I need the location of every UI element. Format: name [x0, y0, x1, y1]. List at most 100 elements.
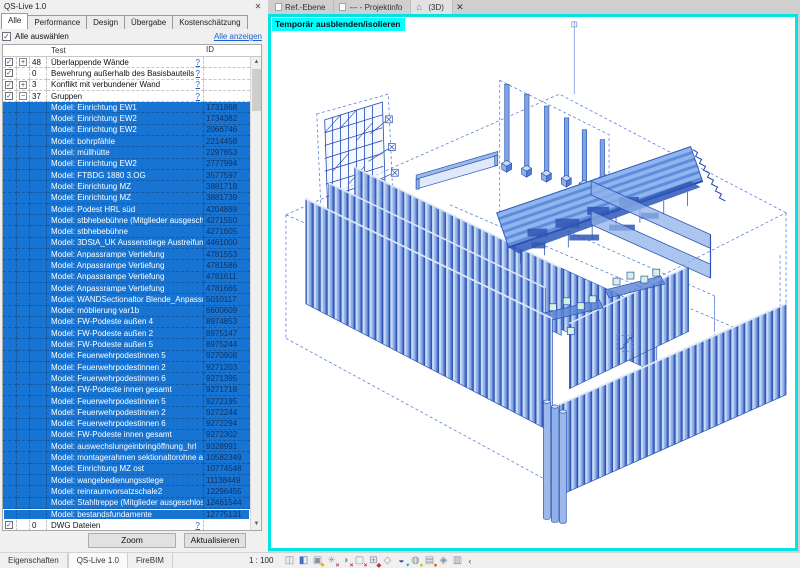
table-row[interactable]: Model: Einrichtung MZ 3881718: [3, 181, 250, 192]
palette-tab[interactable]: Eigenschaften: [0, 553, 68, 568]
help-link[interactable]: ?: [196, 80, 203, 89]
column-header-id[interactable]: ID: [204, 45, 250, 56]
table-row[interactable]: ✓ − 37 Gruppen?: [3, 91, 250, 102]
help-link[interactable]: ?: [196, 521, 203, 530]
table-row[interactable]: Model: Stahltreppe (Mitglieder ausgeschl…: [3, 498, 250, 509]
3d-scene[interactable]: [271, 17, 795, 548]
row-checkbox[interactable]: ✓: [5, 92, 13, 100]
table-row[interactable]: Model: Feuerwehrpodestinnen 6 9272294: [3, 419, 250, 430]
expand-icon[interactable]: −: [19, 92, 27, 100]
panel-tab[interactable]: Alle: [1, 13, 28, 29]
table-row[interactable]: Model: bohrpfähle 2214458: [3, 136, 250, 147]
panel-close-icon[interactable]: ✕: [252, 2, 264, 11]
table-row[interactable]: Model: 3DStA_UK Aussenstiege Austreifung…: [3, 238, 250, 249]
table-row[interactable]: Model: FW-Podeste außen 4 8974853: [3, 317, 250, 328]
table-row[interactable]: Model: Einrichtung EW2 2777994: [3, 159, 250, 170]
corner-piles[interactable]: [543, 400, 566, 523]
table-row[interactable]: Model: Einrichtung EW1 1731868: [3, 102, 250, 113]
table-row[interactable]: Model: Podest HRL süd 4204889: [3, 204, 250, 215]
table-row[interactable]: ✓ + 48 Überlappende Wände?: [3, 57, 250, 68]
crop-view-icon[interactable]: ▢ ×: [353, 555, 365, 567]
unlocked-view-icon[interactable]: ◇: [381, 555, 393, 567]
view-tab[interactable]: --- - Projektinfo: [334, 0, 411, 14]
table-row[interactable]: Model: stbhebebühne (Mitglieder ausgesch…: [3, 215, 250, 226]
table-row[interactable]: Model: stbhebebühne 4271605: [3, 226, 250, 237]
table-row[interactable]: Model: FW-Podeste innen gesamt 9271718: [3, 385, 250, 396]
panel-tab[interactable]: Performance: [27, 15, 87, 29]
scroll-down-icon[interactable]: ▼: [251, 519, 262, 530]
palette-tab[interactable]: FireBIM: [128, 553, 173, 568]
visual-style-icon[interactable]: ▣ ★: [311, 555, 323, 567]
table-row[interactable]: ✓ 0 Bewehrung außerhalb des Basisbauteil…: [3, 68, 250, 79]
row-checkbox[interactable]: ✓: [5, 81, 13, 89]
view-tab[interactable]: Ref.-Ebene: [270, 0, 334, 14]
table-row[interactable]: Model: müllhütte 2297853: [3, 147, 250, 158]
3d-viewport[interactable]: Temporär ausblenden/isolieren: [268, 14, 798, 551]
table-row[interactable]: Model: WANDSectionaltor Blende_Anpassram…: [3, 294, 250, 305]
collapse-bar-icon[interactable]: ‹: [468, 556, 471, 566]
refresh-button[interactable]: Aktualisieren: [184, 533, 246, 548]
sun-path-icon[interactable]: ☀ ×: [325, 555, 337, 567]
panel-tab[interactable]: Design: [86, 15, 125, 29]
help-link[interactable]: ?: [196, 58, 203, 67]
temporary-hide-isolate-banner[interactable]: Temporär ausblenden/isolieren: [272, 18, 405, 31]
view-tab[interactable]: (3D): [411, 0, 453, 14]
expand-icon[interactable]: +: [19, 81, 27, 89]
help-link[interactable]: ?: [196, 92, 203, 101]
show-all-link[interactable]: Alle anzeigen: [214, 32, 262, 41]
table-row[interactable]: Model: Feuerwehrpodestinnen 5 9270908: [3, 351, 250, 362]
table-row[interactable]: Model: FW-Podeste außen 2 8975147: [3, 328, 250, 339]
roof-slab[interactable]: [497, 147, 726, 264]
table-row[interactable]: Model: Einrichtung MZ ost 10774548: [3, 464, 250, 475]
zoom-size-icon[interactable]: ◫: [283, 555, 295, 567]
table-row[interactable]: Model: Feuerwehrpodestinnen 5 9272195: [3, 396, 250, 407]
table-row[interactable]: Model: Feuerwehrpodestinnen 6 9271395: [3, 373, 250, 384]
table-row[interactable]: Model: FW-Podeste außen 5 8975244: [3, 339, 250, 350]
table-row[interactable]: ✓ + 3 Konflikt mit verbundener Wand?: [3, 80, 250, 91]
table-row[interactable]: Model: FW-Podeste innen gesamt 9272302: [3, 430, 250, 441]
constraints-icon[interactable]: ▥: [451, 555, 463, 567]
panel-tab[interactable]: Übergabe: [124, 15, 173, 29]
table-row[interactable]: Model: montagerahmen sektionaltorohne an…: [3, 452, 250, 463]
help-link[interactable]: ?: [196, 69, 203, 78]
table-row[interactable]: Model: Einrichtung MZ 3881739: [3, 193, 250, 204]
table-row[interactable]: Model: Anpassrampe Vertiefung 4781611: [3, 272, 250, 283]
table-row[interactable]: Model: Anpassrampe Vertiefung 4781665: [3, 283, 250, 294]
table-row[interactable]: Model: Anpassrampe Vertiefung 4781553: [3, 249, 250, 260]
row-checkbox[interactable]: ✓: [5, 58, 13, 66]
temporary-view-properties-icon[interactable]: ▤ ●: [423, 555, 435, 567]
row-checkbox[interactable]: ✓: [5, 69, 13, 77]
analytical-model-icon[interactable]: ◈: [437, 555, 449, 567]
beam-element[interactable]: [416, 151, 498, 189]
palette-tab[interactable]: QS-Live 1.0: [68, 553, 128, 568]
table-row[interactable]: ✓ 0 DWG Dateien?: [3, 520, 250, 531]
view-close-icon[interactable]: ✕: [453, 2, 467, 13]
table-scrollbar[interactable]: ▲ ▼: [250, 57, 261, 530]
table-row[interactable]: Model: Einrichtung EW2 1734382: [3, 113, 250, 124]
table-row[interactable]: Model: bestandsfundamente 12775131: [3, 509, 250, 520]
zoom-button[interactable]: Zoom: [88, 533, 176, 548]
table-row[interactable]: Model: reinraumvorsatzschale2 12296455: [3, 486, 250, 497]
temporary-hide-isolate-icon[interactable]: ◒ ▾: [395, 555, 407, 567]
detail-level-icon[interactable]: ◧: [297, 555, 309, 567]
columns-group[interactable]: [502, 84, 605, 192]
table-row[interactable]: Model: Feuerwehrpodestinnen 2 9272244: [3, 407, 250, 418]
table-row[interactable]: Model: Feuerwehrpodestinnen 2 9271203: [3, 362, 250, 373]
reveal-hidden-icon[interactable]: ◍ ●: [409, 555, 421, 567]
row-checkbox[interactable]: ✓: [5, 521, 13, 529]
table-row[interactable]: Model: FTBDG 1880 3.OG 3577597: [3, 170, 250, 181]
expand-icon[interactable]: +: [19, 58, 27, 66]
show-crop-icon[interactable]: ⊞ ◆: [367, 555, 379, 567]
table-row[interactable]: Model: auswechslungeinbringöffnung_hrl 9…: [3, 441, 250, 452]
table-row[interactable]: Model: möblierung var1b 6600609: [3, 306, 250, 317]
table-row[interactable]: Model: Einrichtung EW2 2066746: [3, 125, 250, 136]
scroll-up-icon[interactable]: ▲: [251, 57, 262, 68]
table-row[interactable]: Model: Anpassrampe Vertiefung 4781586: [3, 260, 250, 271]
scale-button[interactable]: 1 : 100: [245, 556, 277, 565]
column-header-test[interactable]: Test: [47, 45, 204, 56]
select-all-checkbox[interactable]: ✓: [2, 32, 11, 41]
scroll-thumb[interactable]: [252, 69, 261, 111]
panel-tab[interactable]: Kostenschätzung: [172, 15, 247, 29]
table-row[interactable]: Model: wangebedienungsstiege 11138449: [3, 475, 250, 486]
shadows-icon[interactable]: ◑ ×: [339, 555, 351, 567]
